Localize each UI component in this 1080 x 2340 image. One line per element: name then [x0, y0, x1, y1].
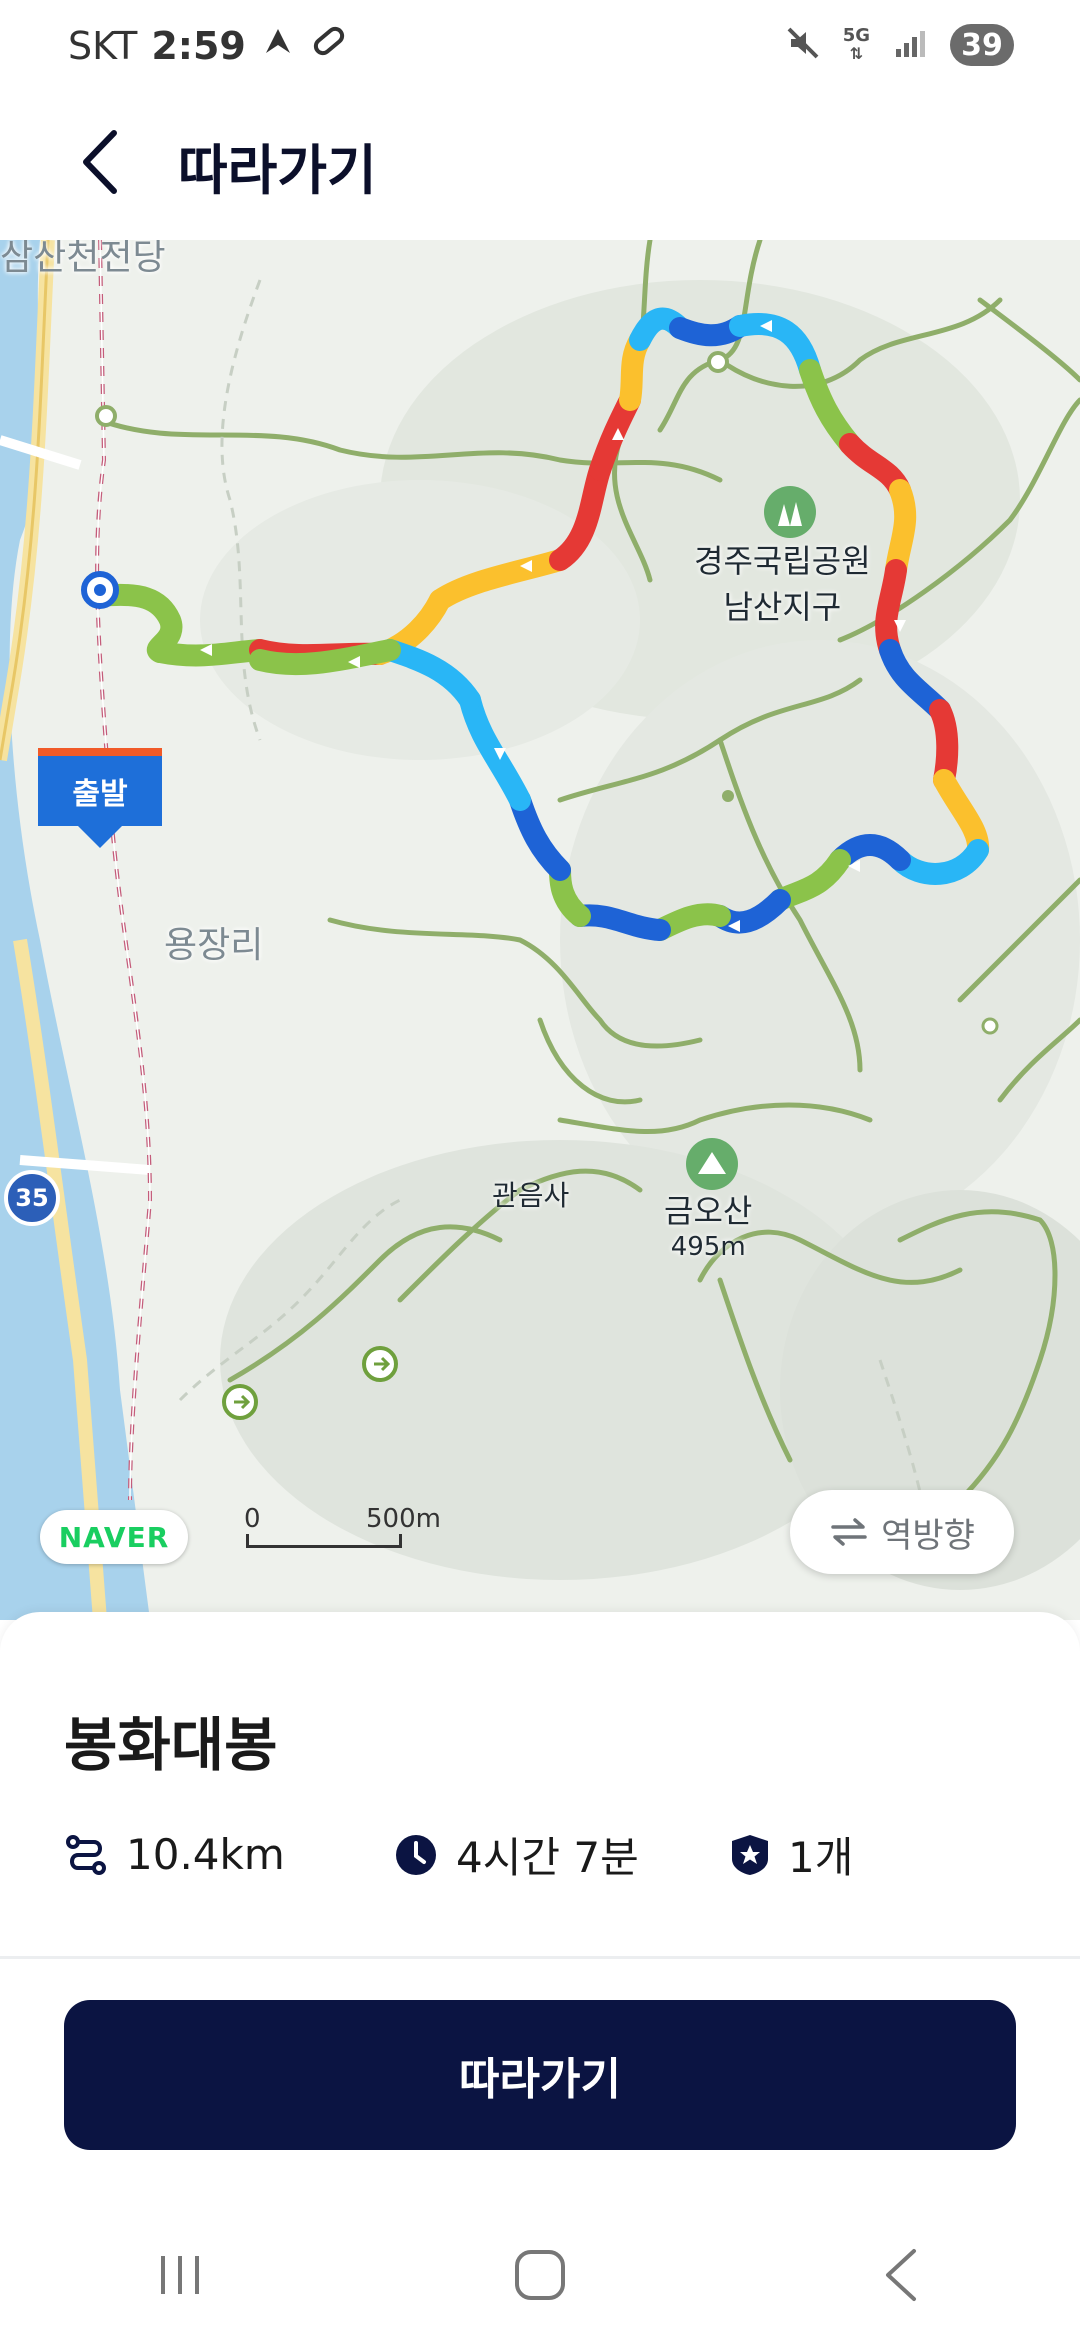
navigation-icon: [260, 23, 296, 68]
reverse-direction-button[interactable]: 역방향: [790, 1490, 1014, 1574]
stat-distance-value: 10.4km: [126, 1830, 285, 1879]
map-view[interactable]: 삼산천전당 경주국립공원 남산지구 용장리 관음사 금오산 495m 35 출발…: [0, 240, 1080, 1620]
follow-button[interactable]: 따라가기: [64, 2000, 1016, 2150]
status-left: SKT 2:59: [68, 22, 348, 69]
map-base: [0, 240, 1080, 1620]
scale-zero: 0: [244, 1504, 261, 1534]
map-scale: 0 500m: [244, 1504, 441, 1550]
stat-distance: 10.4km: [64, 1830, 394, 1879]
map-label-park-line2: 남산지구: [723, 588, 842, 626]
route-35-badge: 35: [15, 1184, 49, 1212]
map-label-temple: 관음사: [492, 1179, 570, 1212]
start-marker[interactable]: 출발: [38, 748, 162, 856]
clock: 2:59: [151, 23, 246, 68]
carrier-label: SKT: [68, 23, 138, 68]
pill-icon: [310, 22, 348, 69]
clock-icon: [396, 1834, 436, 1875]
start-label: 출발: [38, 748, 162, 826]
recent-apps-icon: [161, 2256, 199, 2294]
route-icon: [66, 1834, 106, 1875]
mute-icon: [785, 25, 821, 65]
battery-level: 39: [961, 27, 1003, 63]
reverse-direction-label: 역방향: [881, 1515, 975, 1556]
back-button[interactable]: [60, 122, 140, 202]
map-label-park: 경주국립공원 남산지구: [694, 536, 871, 628]
map-label-park-line1: 경주국립공원: [694, 542, 871, 580]
app-bar: 따라가기: [0, 96, 1080, 240]
home-icon: [515, 2250, 565, 2300]
swap-arrows-icon: [831, 1518, 867, 1546]
star-badge-icon: [732, 1834, 768, 1875]
network-type: 5G: [842, 25, 870, 46]
course-stats: 10.4km 4시간 7분 1개: [64, 1824, 853, 1885]
scale-bar: [246, 1534, 402, 1548]
status-right: 5G ⇅ 39: [785, 24, 1014, 66]
map-label-top: 삼산천전당: [0, 240, 166, 278]
map-label-village: 용장리: [164, 925, 264, 966]
map-label-peak-name: 금오산: [664, 1192, 753, 1230]
map-label-peak-elevation: 495m: [670, 1232, 746, 1262]
course-name: 봉화대봉: [64, 1711, 278, 1779]
back-icon: [886, 2249, 916, 2301]
naver-logo[interactable]: NAVER: [40, 1510, 188, 1564]
battery-icon: 39: [950, 24, 1014, 66]
signal-icon: [892, 25, 928, 65]
status-bar: SKT 2:59 5G ⇅ 39: [0, 0, 1080, 96]
home-button[interactable]: [480, 2230, 600, 2320]
marker-pointer: [78, 826, 122, 848]
stat-stamps-value: 1개: [788, 1833, 854, 1882]
scale-distance: 500m: [366, 1504, 441, 1534]
page-title: 따라가기: [178, 139, 377, 202]
recent-apps-button[interactable]: [120, 2230, 240, 2320]
map-label-peak: 금오산 495m: [664, 1186, 752, 1262]
stat-duration: 4시간 7분: [394, 1824, 730, 1885]
stat-duration-value: 4시간 7분: [456, 1833, 639, 1882]
data-transfer-icon: 5G ⇅: [842, 25, 870, 63]
system-back-button[interactable]: [840, 2230, 960, 2320]
stat-stamps: 1개: [730, 1824, 853, 1885]
chevron-left-icon: [83, 130, 117, 194]
system-nav-bar: [0, 2210, 1080, 2340]
divider: [0, 1956, 1080, 1959]
